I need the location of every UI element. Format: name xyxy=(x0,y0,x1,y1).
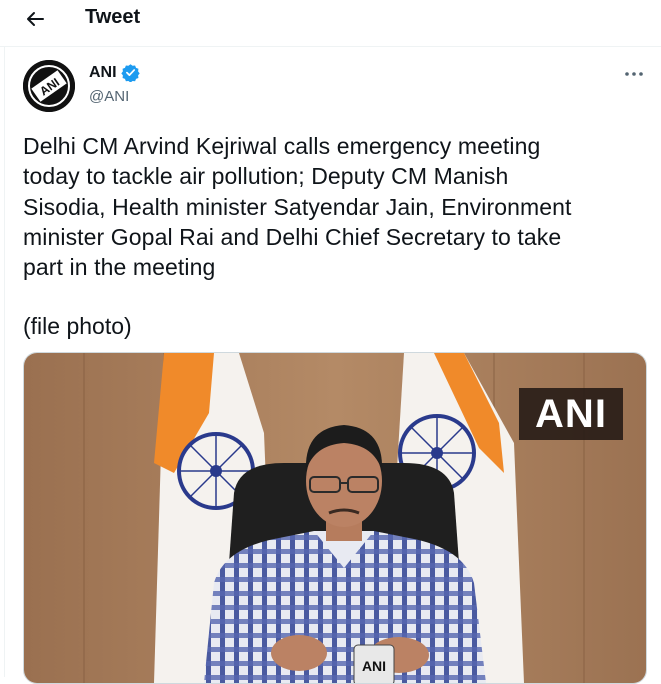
ani-logo-icon: ANI xyxy=(23,60,75,112)
page-header: Tweet xyxy=(0,0,661,47)
tweet-text-line: today to tackle air pollution; Deputy CM… xyxy=(23,163,509,190)
svg-text:ANI: ANI xyxy=(362,658,386,674)
tweet-text: Delhi CM Arvind Kejriwal calls emergency… xyxy=(23,131,643,282)
tweet-caption: (file photo) xyxy=(23,313,132,339)
verified-badge-icon xyxy=(120,64,140,82)
author-name[interactable]: ANI xyxy=(89,64,117,82)
tweet-text-line: minister Gopal Rai and Delhi Chief Secre… xyxy=(23,223,562,250)
avatar[interactable]: ANI xyxy=(23,60,75,112)
arrow-left-icon xyxy=(27,12,44,26)
author-name-row[interactable]: ANI xyxy=(89,63,140,82)
back-button[interactable] xyxy=(20,4,50,34)
tweet-text-line: part in the meeting xyxy=(23,254,216,281)
tweet-photo[interactable]: ANI ANI xyxy=(23,352,647,684)
tweet-text-line: Delhi CM Arvind Kejriwal calls emergency… xyxy=(23,133,541,159)
tweet-text-line: Sisodia, Health minister Satyendar Jain,… xyxy=(23,193,572,220)
page-title: Tweet xyxy=(85,6,141,28)
ani-watermark: ANI xyxy=(519,388,623,440)
more-options-button[interactable] xyxy=(620,64,648,84)
author-handle[interactable]: @ANI xyxy=(89,88,129,105)
more-dots-icon xyxy=(625,72,643,76)
